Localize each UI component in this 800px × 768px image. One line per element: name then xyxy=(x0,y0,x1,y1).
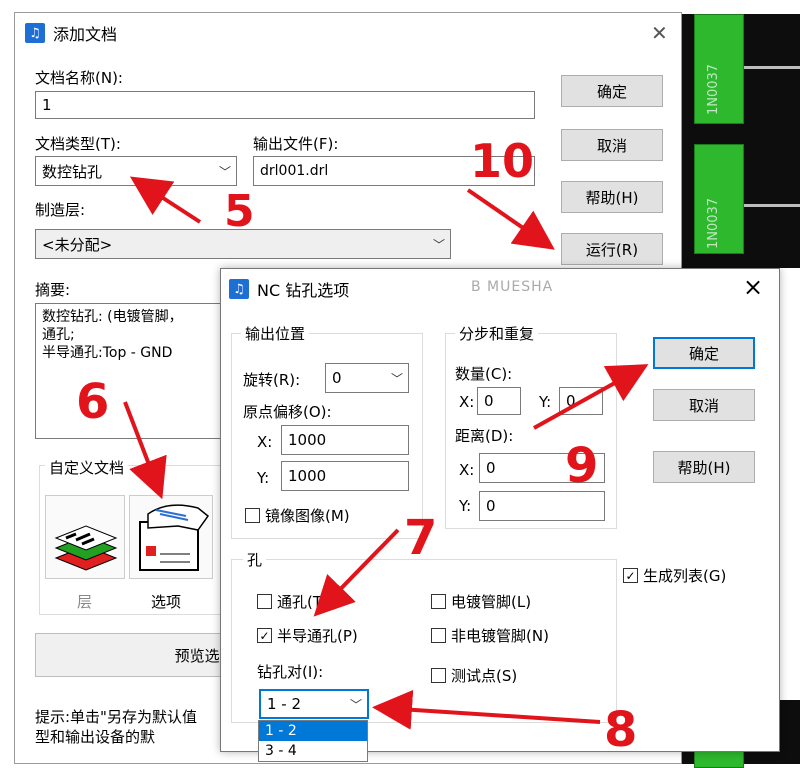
arrow-9 xyxy=(533,364,649,430)
arrow-10 xyxy=(466,188,555,250)
arrow-5 xyxy=(129,176,202,224)
annotation-number-5: 5 xyxy=(224,186,255,237)
annotation-number-7: 7 xyxy=(404,510,438,566)
arrow-7 xyxy=(313,528,400,617)
annotation-number-6: 6 xyxy=(76,374,110,430)
annotation-number-9: 9 xyxy=(565,438,599,494)
annotation-number-8: 8 xyxy=(604,702,638,758)
annotation-arrows xyxy=(123,176,649,730)
arrow-6 xyxy=(123,401,167,500)
arrow-8 xyxy=(372,689,601,730)
annotation-number-10: 10 xyxy=(470,134,535,188)
